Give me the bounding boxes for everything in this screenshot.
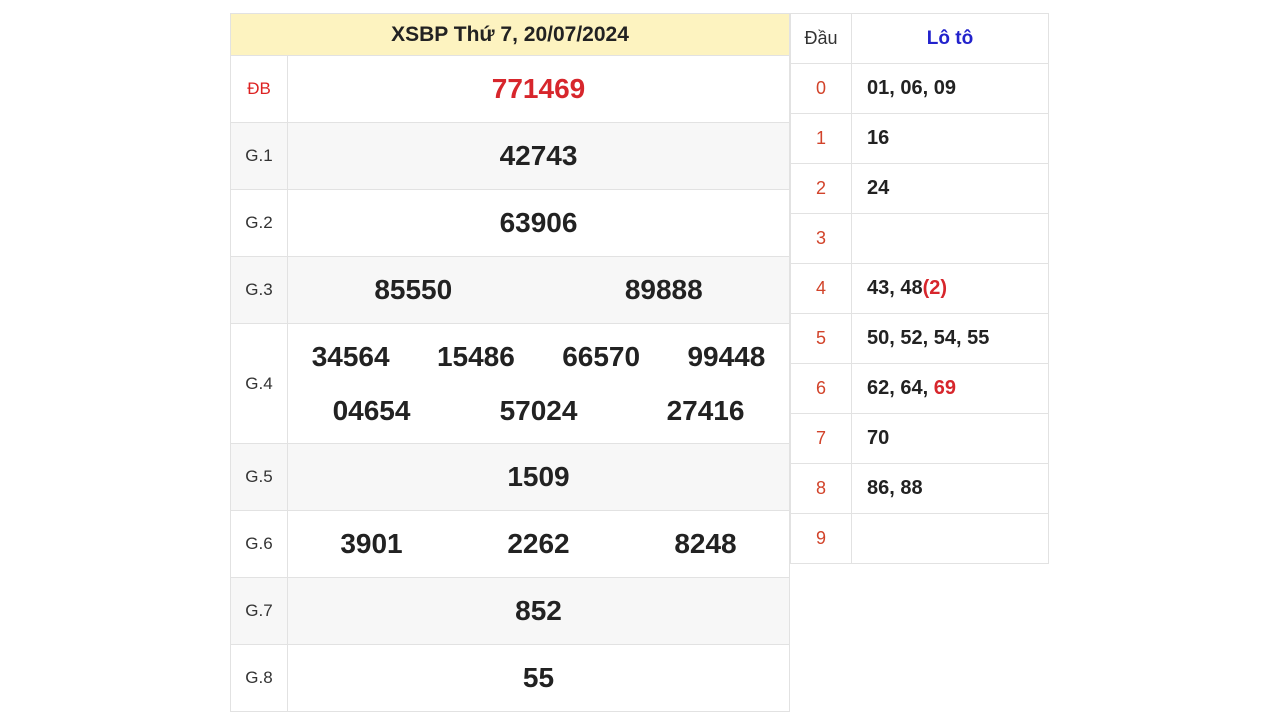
loto-row: 4 43, 48(2): [790, 263, 1049, 314]
prize-number: 89888: [624, 274, 703, 305]
prize-label: ĐB: [230, 55, 288, 123]
results-title: XSBP Thứ 7, 20/07/2024: [230, 13, 790, 56]
loto-values: 62, 64, 69: [851, 363, 1049, 414]
prize-number: 55: [287, 644, 790, 712]
prize-number: 27416: [666, 394, 745, 426]
prize-number: 85550: [374, 274, 453, 305]
prize-label: G.4: [230, 323, 288, 444]
prize-row-g6: G.6 3901 2262 8248: [230, 510, 790, 578]
prize-number: 1509: [287, 443, 790, 511]
prize-row-g5: G.5 1509: [230, 443, 790, 511]
prize-label: G.1: [230, 122, 288, 190]
loto-values: [851, 513, 1049, 564]
loto-special-highlight: 69: [933, 377, 956, 399]
loto-header-dau: Đầu: [790, 13, 852, 64]
prize-number: 852: [287, 577, 790, 645]
loto-values: 70: [851, 413, 1049, 464]
prize-number: 15486: [436, 340, 515, 372]
loto-row: 6 62, 64, 69: [790, 363, 1049, 414]
prize-row-g3: G.3 85550 89888: [230, 256, 790, 324]
prize-label: G.2: [230, 189, 288, 257]
prize-number: 66570: [562, 340, 641, 372]
results-table: XSBP Thứ 7, 20/07/2024 ĐB 771469 G.1 427…: [230, 13, 790, 712]
loto-dau: 5: [790, 313, 852, 364]
loto-values: [851, 213, 1049, 264]
special-prize-number: 771469: [287, 55, 790, 123]
prize-label: G.6: [230, 510, 288, 578]
prize-row-db: ĐB 771469: [230, 55, 790, 123]
prize-label: G.7: [230, 577, 288, 645]
loto-values: 86, 88: [851, 463, 1049, 514]
loto-dau: 4: [790, 263, 852, 314]
loto-values: 43, 48(2): [851, 263, 1049, 314]
loto-row: 3: [790, 213, 1049, 264]
prize-row-g8: G.8 55: [230, 644, 790, 712]
prize-number: 99448: [687, 340, 766, 372]
loto-row: 1 16: [790, 113, 1049, 164]
prize-number: 3901: [340, 528, 403, 559]
prize-number: 2262: [507, 528, 570, 559]
loto-dau: 3: [790, 213, 852, 264]
prize-row-g7: G.7 852: [230, 577, 790, 645]
prize-number: 57024: [499, 394, 578, 426]
loto-dau: 1: [790, 113, 852, 164]
loto-dau: 8: [790, 463, 852, 514]
loto-table: Đầu Lô tô 0 01, 06, 09 1 16 2 24 3 4 43, 48(…: [790, 13, 1049, 564]
loto-header-loto: Lô tô: [851, 13, 1049, 64]
prize-row-g4: G.4 34564 15486 66570 99448 04654 57024 …: [230, 323, 790, 444]
loto-row: 5 50, 52, 54, 55: [790, 313, 1049, 364]
loto-dau: 6: [790, 363, 852, 414]
prize-number: 8248: [674, 528, 737, 559]
prize-number: 63906: [287, 189, 790, 257]
prize-number: 04654: [332, 394, 411, 426]
loto-values: 01, 06, 09: [851, 63, 1049, 114]
loto-dau: 9: [790, 513, 852, 564]
prize-label: G.8: [230, 644, 288, 712]
prize-label: G.5: [230, 443, 288, 511]
prize-number: 34564: [311, 340, 390, 372]
prize-number: 42743: [287, 122, 790, 190]
loto-dau: 0: [790, 63, 852, 114]
loto-row: 8 86, 88: [790, 463, 1049, 514]
loto-row: 9: [790, 513, 1049, 564]
prize-row-g2: G.2 63906: [230, 189, 790, 257]
loto-count-highlight: (2): [922, 277, 948, 299]
loto-values: 24: [851, 163, 1049, 214]
prize-label: G.3: [230, 256, 288, 324]
loto-dau: 7: [790, 413, 852, 464]
loto-row: 2 24: [790, 163, 1049, 214]
loto-values: 16: [851, 113, 1049, 164]
loto-row: 0 01, 06, 09: [790, 63, 1049, 114]
loto-dau: 2: [790, 163, 852, 214]
loto-values: 50, 52, 54, 55: [851, 313, 1049, 364]
prize-row-g1: G.1 42743: [230, 122, 790, 190]
loto-row: 7 70: [790, 413, 1049, 464]
